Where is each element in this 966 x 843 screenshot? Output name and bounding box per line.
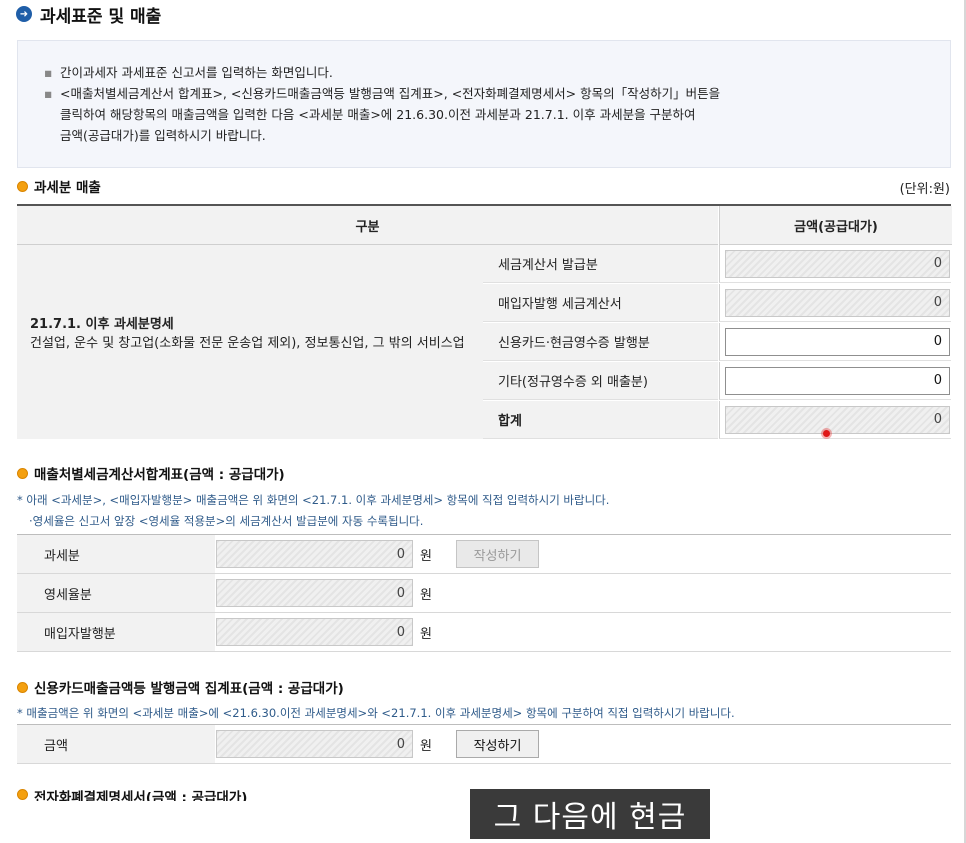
row-label: 영세율분 — [17, 574, 215, 612]
orange-bullet-icon — [17, 180, 28, 192]
unit-label: (단위:원) — [899, 182, 950, 197]
other-sales-amount-input[interactable]: 0 — [725, 366, 950, 395]
video-caption: 그 다음에 현금 — [470, 789, 710, 839]
row-label-buyer-issued: 매입자발행 세금계산서 — [483, 284, 718, 322]
info-line-2: <매출처별세금계산서 합계표>, <신용카드매출금액등 발행금액 집계표>, <… — [60, 86, 721, 101]
row-label-tax-invoice: 세금계산서 발급분 — [483, 245, 718, 283]
section-title: 과세분 매출 — [34, 180, 101, 196]
header-amount: 금액(공급대가) — [719, 206, 952, 245]
row-label-card-receipt: 신용카드·현금영수증 발행분 — [483, 323, 718, 361]
invoice-write-button[interactable]: 작성하기 — [456, 540, 539, 568]
table-row: 금액 0 원 작성하기 — [17, 725, 951, 764]
row-value-cell: 0 — [719, 245, 951, 283]
row-label-total: 합계 — [483, 401, 718, 439]
section-header-invoice-summary: 매출처별세금계산서합계표(금액 : 공급대가) — [17, 463, 285, 483]
row-value-cell: 0 — [719, 401, 951, 439]
info-line-4: 금액(공급대가)를 입력하시기 바랍니다. — [60, 128, 266, 143]
zero-rate-amount-field: 0 — [216, 579, 413, 607]
total-amount-field: 0 — [725, 405, 950, 434]
info-line-1: 간이과세자 과세표준 신고서를 입력하는 화면입니다. — [60, 65, 333, 80]
row-label: 금액 — [17, 725, 215, 763]
card-note: * 매출금액은 위 화면의 <과세분 매출>에 <21.6.30.이전 과세분명… — [17, 706, 735, 720]
row-value-cell: 0 — [719, 284, 951, 322]
info-line-3: 클릭하여 해당항목의 매출금액을 입력한 다음 <과세분 매출>에 21.6.3… — [60, 107, 696, 122]
section-title: 전자화폐결제명세서(금액 : 공급대가) — [34, 790, 248, 801]
section-header-emoney: 전자화폐결제명세서(금액 : 공급대가) — [17, 787, 247, 801]
orange-bullet-icon — [17, 467, 28, 479]
buyer-issued-summary-field: 0 — [216, 618, 413, 646]
cursor-indicator — [823, 430, 830, 437]
invoice-note-1: * 아래 <과세분>, <매입자발행분> 매출금액은 위 화면의 <21.7.1… — [17, 493, 610, 507]
info-box: ▪ 간이과세자 과세표준 신고서를 입력하는 화면입니다. ▪ <매출처별세금계산서… — [17, 40, 951, 168]
unit-won: 원 — [420, 738, 432, 754]
table-row: 과세분 0 원 작성하기 — [17, 535, 951, 574]
page-title-text: 과세표준 및 매출 — [40, 6, 162, 27]
unit-won: 원 — [420, 548, 432, 564]
section-header-card-summary: 신용카드매출금액등 발행금액 집계표(금액 : 공급대가) — [17, 677, 344, 697]
page-title: ➜ 과세표준 및 매출 — [16, 2, 162, 27]
unit-won: 원 — [420, 626, 432, 642]
card-receipt-amount-input[interactable]: 0 — [725, 327, 950, 356]
taxable-sales-table: 구분 금액(공급대가) 21.7.1. 이후 과세분명세 건설업, 운수 및 창… — [17, 204, 952, 441]
section-header-taxable-sales: 과세분 매출 — [17, 176, 101, 196]
group-title: 21.7.1. 이후 과세분명세 — [30, 317, 174, 332]
row-label: 매입자발행분 — [17, 613, 215, 651]
unit-won: 원 — [420, 587, 432, 603]
tax-invoice-amount-field: 0 — [725, 249, 950, 278]
group-description: 건설업, 운수 및 창고업(소화물 전문 운송업 제외), 정보통신업, 그 밖… — [30, 336, 465, 351]
row-value-cell: 0 — [719, 362, 951, 400]
card-write-button[interactable]: 작성하기 — [456, 730, 539, 758]
orange-bullet-icon — [17, 788, 28, 800]
table-row: 매입자발행분 0 원 — [17, 613, 951, 652]
header-category: 구분 — [17, 206, 718, 245]
invoice-note-2: ·영세율은 신고서 앞장 <영세율 적용분>의 세금계산서 발급분에 자동 수록… — [29, 514, 424, 528]
buyer-issued-amount-field: 0 — [725, 288, 950, 317]
row-label: 과세분 — [17, 535, 215, 573]
row-value-cell: 0 — [719, 323, 951, 361]
orange-bullet-icon — [17, 681, 28, 693]
card-summary-table: 금액 0 원 작성하기 — [17, 724, 951, 764]
taxable-amount-field: 0 — [216, 540, 413, 568]
invoice-summary-table: 과세분 0 원 작성하기 영세율분 0 원 매입자발행분 0 원 — [17, 534, 951, 652]
section-title: 신용카드매출금액등 발행금액 집계표(금액 : 공급대가) — [34, 681, 344, 697]
row-label-other: 기타(정규영수증 외 매출분) — [483, 362, 718, 400]
table-row: 영세율분 0 원 — [17, 574, 951, 613]
section-title: 매출처별세금계산서합계표(금액 : 공급대가) — [34, 467, 285, 483]
group-cell: 21.7.1. 이후 과세분명세 건설업, 운수 및 창고업(소화물 전문 운송… — [17, 245, 483, 439]
arrow-right-circle-icon: ➜ — [16, 6, 32, 22]
card-amount-field: 0 — [216, 730, 413, 758]
